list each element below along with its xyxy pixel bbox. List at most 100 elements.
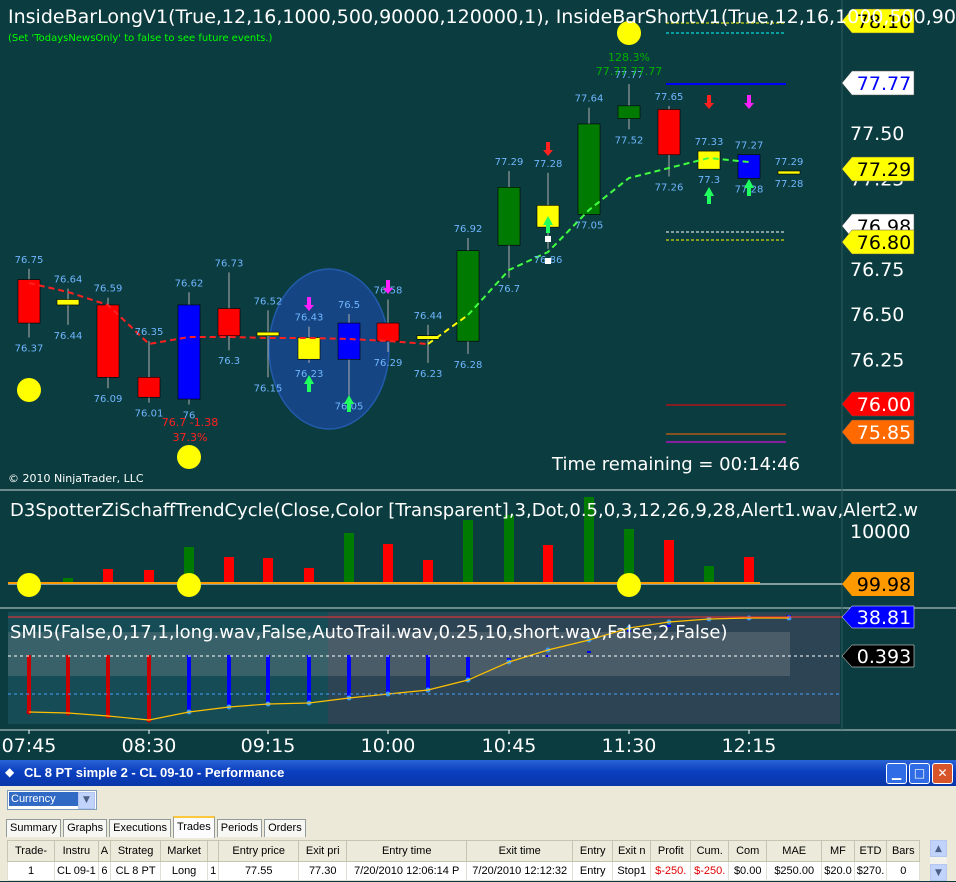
maximize-button[interactable]: □ [909, 763, 930, 784]
time-axis-label: 11:30 [602, 735, 657, 757]
smi-bar [187, 655, 191, 712]
time-remaining: Time remaining = 00:14:46 [552, 454, 801, 475]
tab-summary[interactable]: Summary [6, 819, 62, 837]
trades-table[interactable]: Trade- Instru A Strateg Market Entry price Exi… [7, 840, 921, 881]
schaff-bar [224, 557, 234, 584]
signal-dot [177, 445, 201, 469]
bar-high-label: 76.62 [175, 278, 204, 289]
bar-low-label: 77.05 [575, 220, 604, 231]
column-header[interactable]: Market [160, 840, 209, 862]
table-cell: Entry [572, 861, 614, 881]
bar-low-label: 76.09 [94, 394, 123, 405]
column-header[interactable]: Entry price [218, 840, 300, 862]
bar-low-label: 76.37 [15, 344, 44, 355]
table-cell: CL 8 PT [110, 861, 162, 881]
bar-high-label: 76.59 [94, 284, 123, 295]
candle-body [456, 250, 480, 342]
trade-markers: 76.7 -1.38 37.3% 77.77 77.77128.3% [17, 21, 754, 469]
column-header[interactable]: Strateg [110, 840, 162, 862]
table-cell: Stop1 [612, 861, 652, 881]
window-titlebar[interactable]: ◆ CL 8 PT simple 2 - CL 09-10 - Performa… [0, 760, 956, 786]
bar-low-label: 76.7 [498, 284, 520, 295]
schaff-axis-label: 10000 [850, 521, 910, 543]
smi-bar [386, 655, 390, 694]
bar-low-label: 76.23 [414, 369, 443, 380]
tab-periods[interactable]: Periods [216, 819, 263, 837]
schaff-bar [304, 568, 314, 584]
vertical-scrollbar[interactable]: ▲ ▼ [930, 840, 947, 881]
table-cell: CL 09-1 [54, 861, 99, 881]
table-cell: $270. [853, 861, 888, 881]
bar-high-label: 77.64 [575, 94, 604, 105]
smi-bar [347, 655, 351, 698]
bar-high-label: 76.73 [215, 258, 244, 269]
column-header[interactable]: Exit time [466, 840, 574, 862]
column-header[interactable]: Bars [886, 840, 921, 862]
smi-bar [66, 655, 70, 713]
display-unit-select[interactable]: Currency ▼ [7, 790, 97, 810]
smi-bar [227, 655, 231, 707]
bar-low-label: 76.28 [454, 360, 483, 371]
bar-high-label: 77.27 [735, 141, 764, 152]
schaff-bar [383, 544, 393, 584]
candle-body [137, 377, 161, 398]
bar-low-label: 76.29 [374, 358, 403, 369]
column-header[interactable]: MF [821, 840, 855, 862]
scroll-up-icon[interactable]: ▲ [930, 840, 947, 857]
column-header[interactable]: Exit n [612, 840, 652, 862]
candle-body [96, 304, 120, 378]
price-tag-label: 76.80 [857, 232, 911, 254]
bar-low-label: 77.52 [615, 135, 644, 146]
bar-high-label: 76.44 [414, 311, 443, 322]
table-cell: $-250. [650, 861, 692, 881]
bar-low-label: 76.44 [54, 331, 83, 342]
tab-graphs[interactable]: Graphs [63, 819, 108, 837]
bar-high-label: 77.29 [495, 157, 524, 168]
price-tag-label: 77.77 [857, 73, 911, 95]
price-axis-label: 76.50 [850, 304, 904, 326]
column-header[interactable]: ETD [853, 840, 888, 862]
scroll-down-icon[interactable]: ▼ [930, 864, 947, 881]
tab-executions[interactable]: Executions [109, 819, 171, 837]
bar-high-label: 76.5 [338, 300, 360, 311]
schaff-bar [704, 566, 714, 584]
chart-canvas[interactable]: 76.75 76.64 76.59 76.35 76.62 76.73 76.52 76.43… [0, 0, 956, 760]
column-header[interactable] [207, 840, 220, 862]
candle-body [657, 109, 681, 156]
table-cell: 6 [97, 861, 112, 881]
trend-line [28, 156, 750, 346]
bar-high-label: 76.92 [454, 224, 483, 235]
table-row[interactable]: 1 CL 09-1 6 CL 8 PT Long 1 77.55 77.30 7/20/2010… [7, 861, 921, 881]
column-header[interactable]: MAE [766, 840, 823, 862]
schaff-bar [664, 540, 674, 584]
column-header[interactable]: Entry [572, 840, 614, 862]
column-header[interactable]: Profit [650, 840, 692, 862]
schaff-bar [543, 545, 553, 584]
price-tag-label: 75.85 [857, 422, 911, 444]
table-cell: 77.30 [298, 861, 348, 881]
news-note: (Set 'TodaysNewsOnly' to false to see fu… [8, 33, 273, 44]
smi-bar [106, 655, 110, 716]
chevron-down-icon[interactable]: ▼ [78, 792, 95, 809]
minimize-button[interactable]: ▁ [886, 763, 907, 784]
table-cell: 1 [207, 861, 220, 881]
loss-pct-annotation: 37.3% [173, 431, 208, 444]
column-header[interactable]: Instru [54, 840, 99, 862]
column-header[interactable]: Cum. [690, 840, 730, 862]
close-button[interactable]: ✕ [932, 763, 953, 784]
column-header[interactable]: Entry time [346, 840, 468, 862]
column-header[interactable]: Com [728, 840, 768, 862]
chart-area[interactable]: 76.75 76.64 76.59 76.35 76.62 76.73 76.52 76.43… [0, 0, 956, 760]
bar-low-label: 76.3 [218, 356, 240, 367]
tab-orders[interactable]: Orders [264, 819, 306, 837]
column-header[interactable]: Exit pri [298, 840, 348, 862]
performance-window[interactable]: ◆ CL 8 PT simple 2 - CL 09-10 - Performa… [0, 760, 956, 881]
column-header[interactable]: A [97, 840, 112, 862]
table-header: Trade- Instru A Strateg Market Entry price Exi… [7, 840, 921, 862]
smi-panel-title: SMI5(False,0,17,1,long.wav,False,AutoTra… [10, 622, 728, 643]
column-header[interactable]: Trade- [7, 840, 55, 862]
tab-trades[interactable]: Trades [172, 816, 215, 838]
smi-tag-label: 0.393 [857, 646, 911, 668]
candle-body [697, 150, 721, 170]
candle-body [177, 304, 201, 400]
